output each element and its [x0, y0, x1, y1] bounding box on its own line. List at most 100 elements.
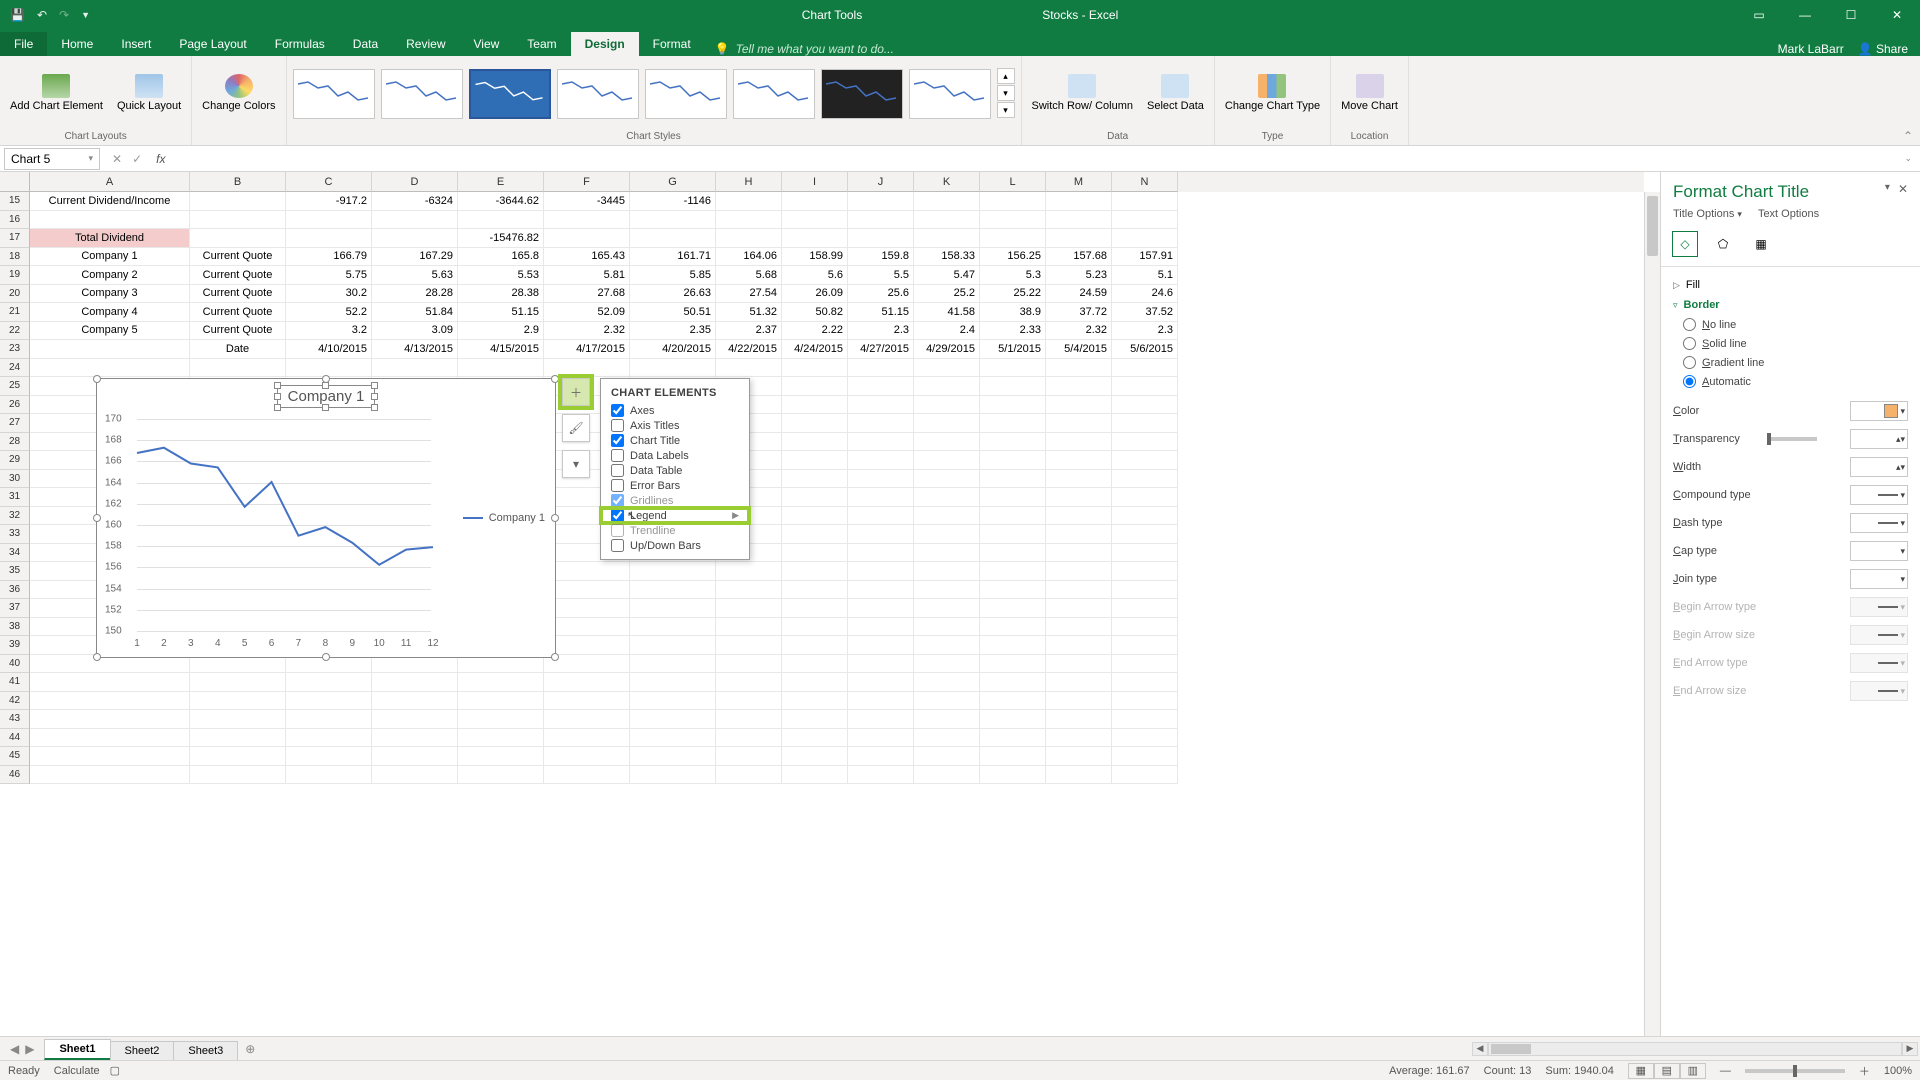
cell-M28[interactable]: [1046, 433, 1112, 452]
gallery-down-icon[interactable]: ▾: [997, 85, 1015, 101]
zoom-slider[interactable]: [1745, 1069, 1845, 1073]
cell-M39[interactable]: [1046, 636, 1112, 655]
cell-L26[interactable]: [980, 396, 1046, 415]
cell-M45[interactable]: [1046, 747, 1112, 766]
cell-I23[interactable]: 4/24/2015: [782, 340, 848, 359]
cell-N18[interactable]: 157.91: [1112, 248, 1178, 267]
cell-K43[interactable]: [914, 710, 980, 729]
cell-H38[interactable]: [716, 618, 782, 637]
column-header-C[interactable]: C: [286, 172, 372, 192]
cell-F19[interactable]: 5.81: [544, 266, 630, 285]
cell-J41[interactable]: [848, 673, 914, 692]
chart-element-checkbox[interactable]: [611, 434, 624, 447]
cell-M44[interactable]: [1046, 729, 1112, 748]
cell-E17[interactable]: -15476.82: [458, 229, 544, 248]
cell-K19[interactable]: 5.47: [914, 266, 980, 285]
column-header-M[interactable]: M: [1046, 172, 1112, 192]
cell-M32[interactable]: [1046, 507, 1112, 526]
title-options-tab[interactable]: Title Options ▾: [1673, 208, 1742, 220]
cell-B19[interactable]: Current Quote: [190, 266, 286, 285]
horizontal-scrollbar[interactable]: ◀▶: [1470, 1037, 1920, 1060]
prop-width[interactable]: Width▴▾: [1673, 453, 1908, 481]
cell-J43[interactable]: [848, 710, 914, 729]
cell-J46[interactable]: [848, 766, 914, 785]
cell-L24[interactable]: [980, 359, 1046, 378]
cell-J38[interactable]: [848, 618, 914, 637]
switch-row-column-button[interactable]: Switch Row/ Column: [1028, 72, 1137, 114]
cell-J30[interactable]: [848, 470, 914, 489]
chart-element-legend[interactable]: Legend▶↖: [605, 508, 745, 523]
cell-K38[interactable]: [914, 618, 980, 637]
column-header-H[interactable]: H: [716, 172, 782, 192]
cancel-formula-icon[interactable]: ✕: [112, 152, 122, 166]
cell-H37[interactable]: [716, 599, 782, 618]
collapse-ribbon-icon[interactable]: ⌃: [1896, 56, 1920, 145]
cell-I30[interactable]: [782, 470, 848, 489]
expand-formula-bar-icon[interactable]: ⌄: [1896, 153, 1920, 164]
ribbon-tab-file[interactable]: File: [0, 32, 47, 56]
cell-E20[interactable]: 28.38: [458, 285, 544, 304]
cell-K34[interactable]: [914, 544, 980, 563]
chart-element-checkbox[interactable]: [611, 539, 624, 552]
formula-input[interactable]: [171, 148, 1896, 170]
cell-I38[interactable]: [782, 618, 848, 637]
cell-M31[interactable]: [1046, 488, 1112, 507]
normal-view-icon[interactable]: ▦: [1628, 1063, 1654, 1079]
cell-D44[interactable]: [372, 729, 458, 748]
cell-N42[interactable]: [1112, 692, 1178, 711]
cell-A19[interactable]: Company 2: [30, 266, 190, 285]
chart-element-checkbox[interactable]: [611, 509, 624, 522]
cell-M24[interactable]: [1046, 359, 1112, 378]
redo-icon[interactable]: ↷: [59, 8, 69, 22]
cell-M41[interactable]: [1046, 673, 1112, 692]
cell-H22[interactable]: 2.37: [716, 322, 782, 341]
chart-elements-button[interactable]: ＋: [562, 378, 590, 406]
cell-K25[interactable]: [914, 377, 980, 396]
cell-K24[interactable]: [914, 359, 980, 378]
cell-N41[interactable]: [1112, 673, 1178, 692]
cell-A17[interactable]: Total Dividend: [30, 229, 190, 248]
cell-G45[interactable]: [630, 747, 716, 766]
row-header-19[interactable]: 19: [0, 266, 30, 285]
cell-H24[interactable]: [716, 359, 782, 378]
cell-D18[interactable]: 167.29: [372, 248, 458, 267]
prop-transparency[interactable]: Transparency▴▾: [1673, 425, 1908, 453]
cell-J23[interactable]: 4/27/2015: [848, 340, 914, 359]
cell-N32[interactable]: [1112, 507, 1178, 526]
cell-G36[interactable]: [630, 581, 716, 600]
chart-element-axes[interactable]: Axes: [605, 403, 745, 418]
cell-A43[interactable]: [30, 710, 190, 729]
cell-I42[interactable]: [782, 692, 848, 711]
cell-C45[interactable]: [286, 747, 372, 766]
cell-K45[interactable]: [914, 747, 980, 766]
cell-I37[interactable]: [782, 599, 848, 618]
ribbon-tab-page-layout[interactable]: Page Layout: [165, 32, 260, 56]
cell-E46[interactable]: [458, 766, 544, 785]
cell-B24[interactable]: [190, 359, 286, 378]
cell-J42[interactable]: [848, 692, 914, 711]
cell-K16[interactable]: [914, 211, 980, 230]
ribbon-tab-review[interactable]: Review: [392, 32, 459, 56]
cell-N34[interactable]: [1112, 544, 1178, 563]
cell-B45[interactable]: [190, 747, 286, 766]
ribbon-tab-home[interactable]: Home: [47, 32, 107, 56]
cell-I16[interactable]: [782, 211, 848, 230]
move-chart-button[interactable]: Move Chart: [1337, 72, 1402, 114]
cell-F16[interactable]: [544, 211, 630, 230]
fx-icon[interactable]: fx: [150, 152, 171, 166]
ribbon-tab-view[interactable]: View: [460, 32, 514, 56]
border-solid-line-radio[interactable]: Solid line: [1673, 334, 1908, 353]
cell-A22[interactable]: Company 5: [30, 322, 190, 341]
cell-F21[interactable]: 52.09: [544, 303, 630, 322]
chart-style-1[interactable]: [293, 69, 375, 119]
cell-K17[interactable]: [914, 229, 980, 248]
taskpane-close-icon[interactable]: ✕: [1898, 182, 1908, 196]
cell-F36[interactable]: [544, 581, 630, 600]
cell-F23[interactable]: 4/17/2015: [544, 340, 630, 359]
cell-I43[interactable]: [782, 710, 848, 729]
cell-C43[interactable]: [286, 710, 372, 729]
cell-N43[interactable]: [1112, 710, 1178, 729]
cell-E18[interactable]: 165.8: [458, 248, 544, 267]
cell-M15[interactable]: [1046, 192, 1112, 211]
cell-M17[interactable]: [1046, 229, 1112, 248]
